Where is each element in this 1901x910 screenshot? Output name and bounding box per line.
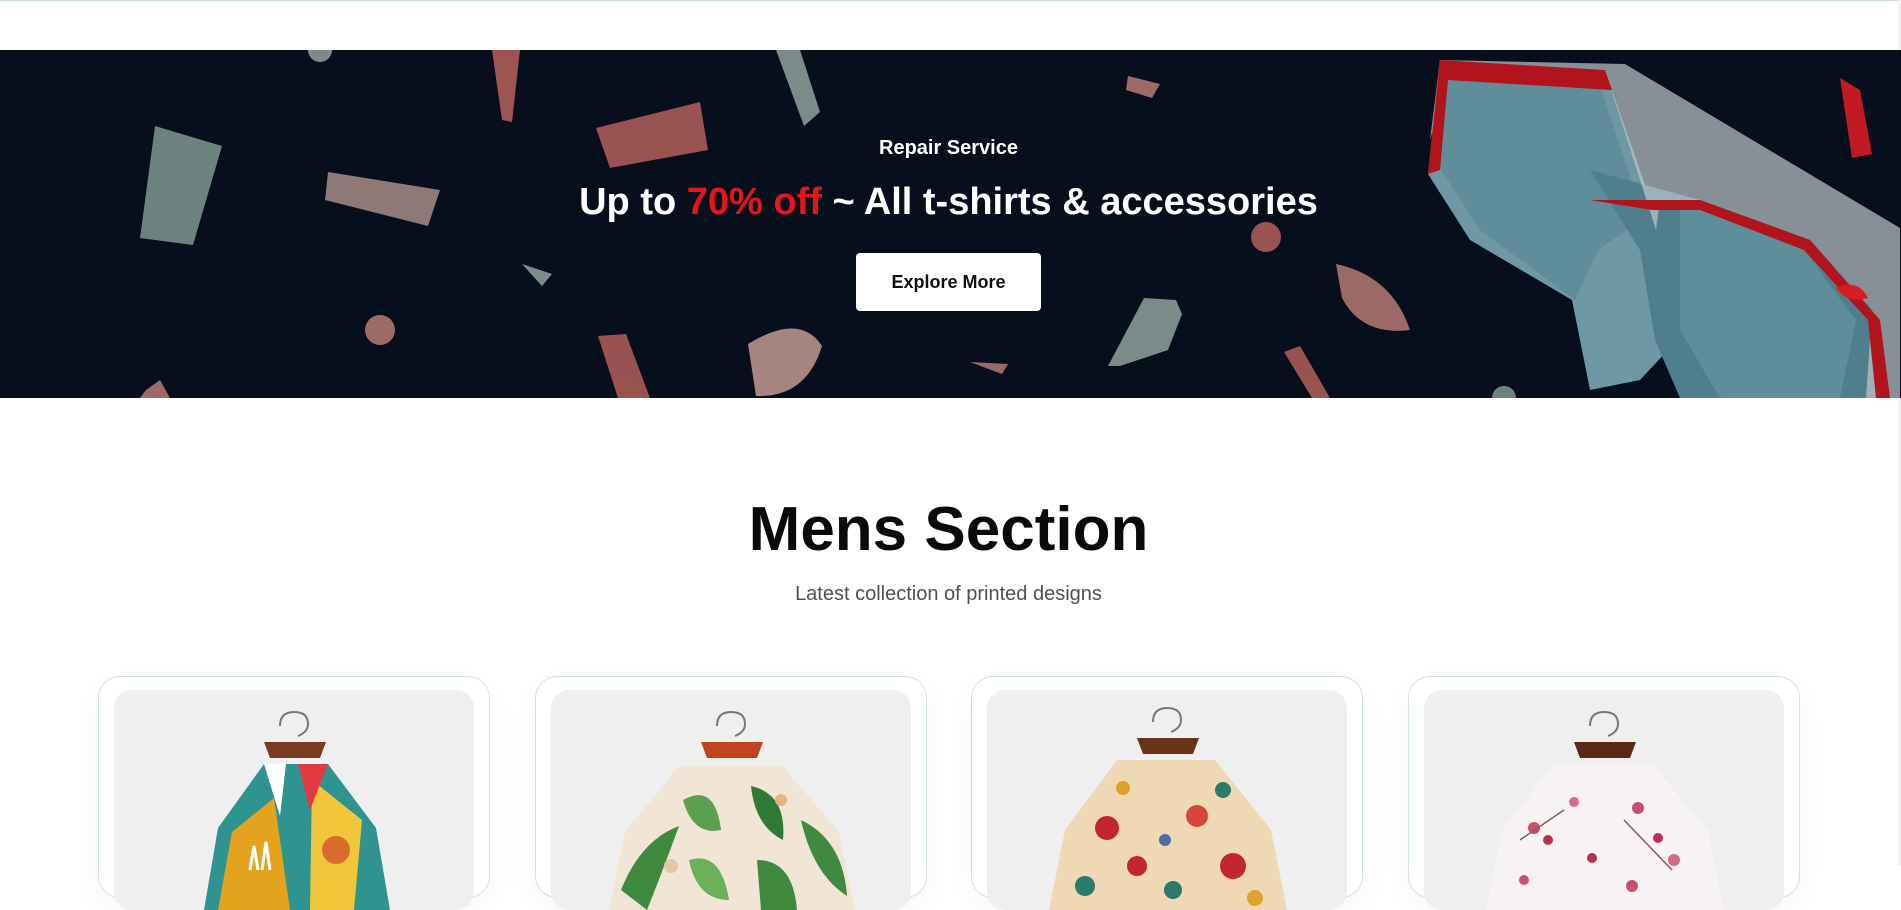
product-card[interactable] (535, 676, 927, 910)
banner-eyebrow: Repair Service (879, 137, 1018, 159)
headline-discount: 70% off (686, 181, 822, 223)
top-divider (0, 0, 1901, 1)
banner-content: Repair Service Up to 70% off ~ All t-shi… (0, 50, 1901, 398)
explore-more-button[interactable]: Explore More (856, 253, 1041, 311)
banner-headline: Up to 70% off ~ All t-shirts & accessori… (0, 181, 1897, 224)
product-image[interactable] (987, 690, 1347, 910)
section-subtitle: Latest collection of printed designs (795, 583, 1102, 605)
headline-prefix: Up to (579, 181, 677, 223)
headline-suffix: ~ All t-shirts & accessories (832, 181, 1318, 223)
promo-banner: Repair Service Up to 70% off ~ All t-shi… (0, 50, 1901, 398)
product-card[interactable] (1408, 676, 1800, 910)
product-image[interactable] (114, 690, 474, 910)
product-image[interactable] (551, 690, 911, 910)
product-card[interactable] (98, 676, 490, 910)
section-title: Mens Section (748, 495, 1149, 564)
product-card[interactable] (971, 676, 1363, 910)
product-image[interactable] (1424, 690, 1784, 910)
